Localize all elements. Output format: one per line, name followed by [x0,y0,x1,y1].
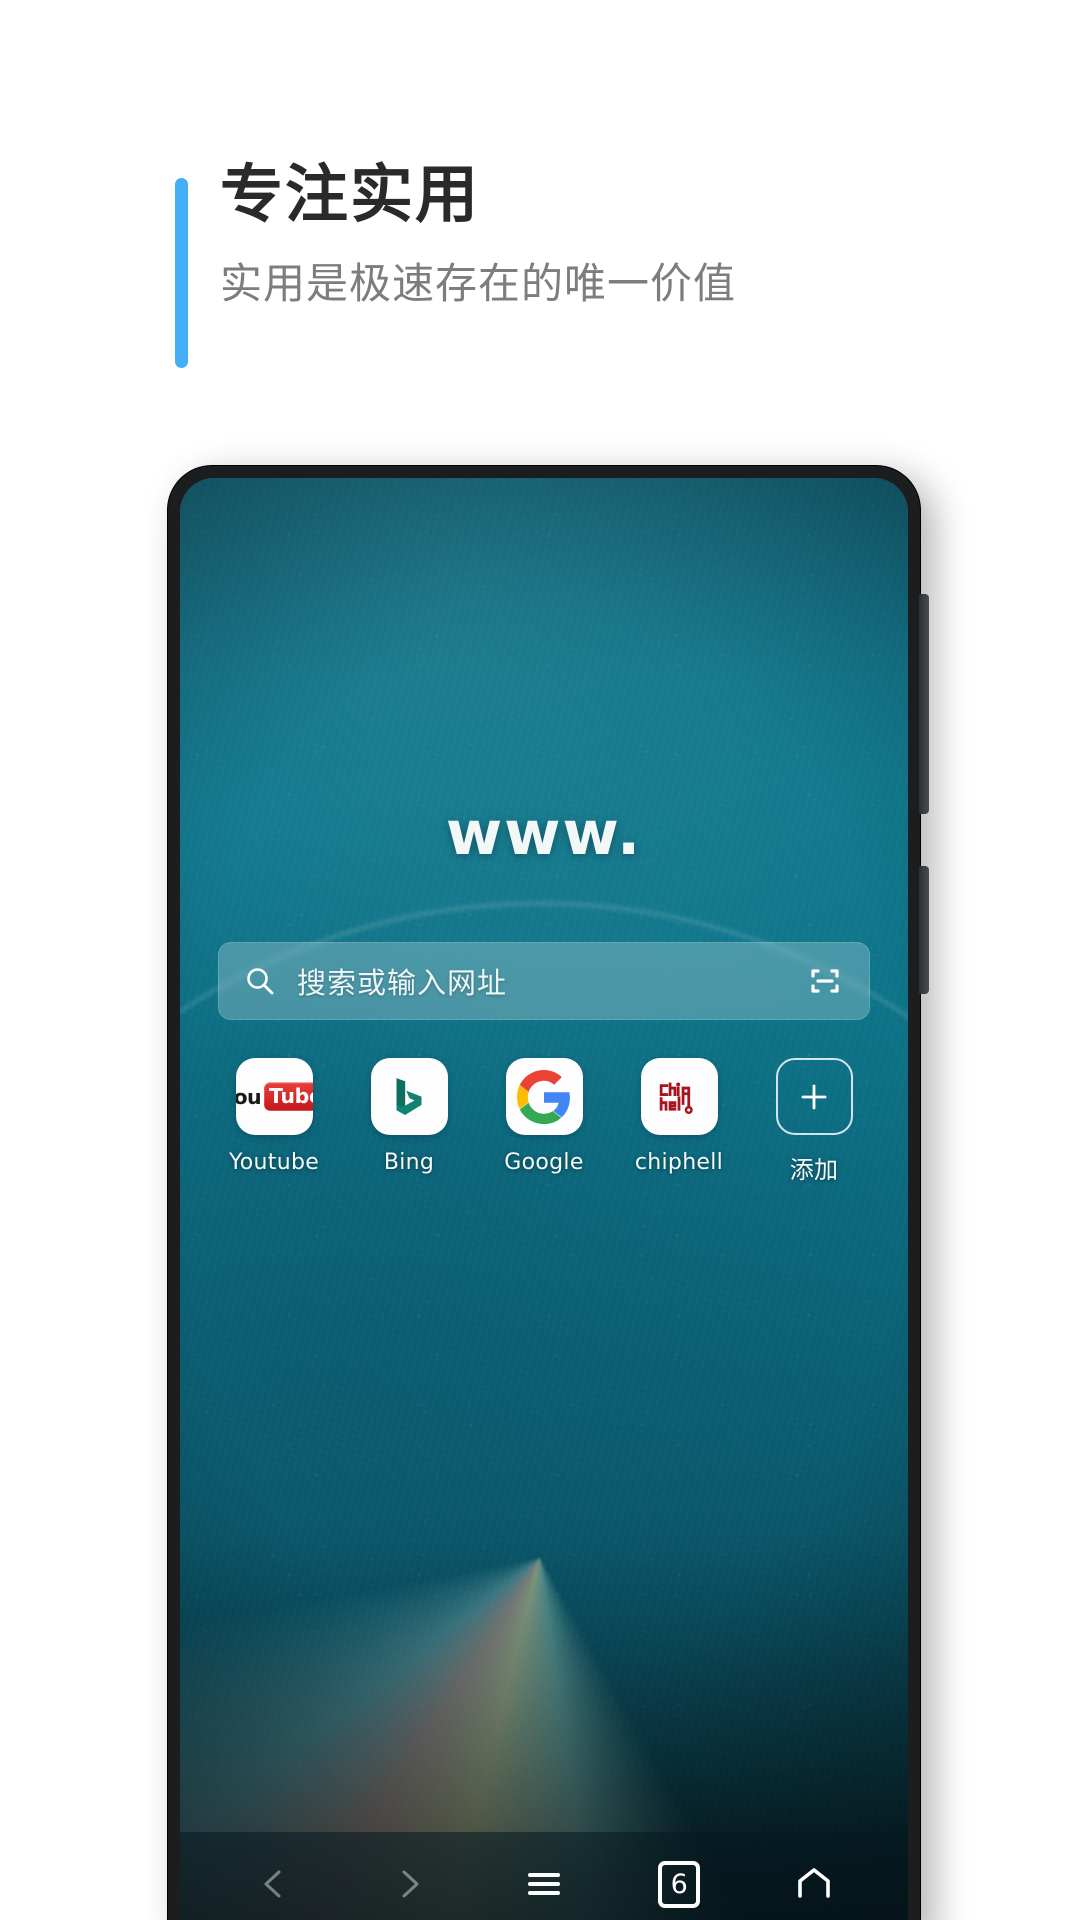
back-chevron-icon [264,1870,281,1898]
accent-bar [175,178,188,368]
page-title: 专注实用 [220,158,480,231]
nav-menu-button[interactable] [502,1852,586,1916]
shortcut-chiphell[interactable]: chiphell [623,1058,735,1185]
wallpaper-vignette [180,478,908,1920]
wallpaper [180,478,908,1920]
shortcut-label: 添加 [789,1156,839,1184]
shortcut-label: Bing [383,1150,435,1175]
youtube-icon: You Tube [235,1058,313,1135]
tab-count-badge: 6 [658,1860,701,1908]
header-texts: 专注实用 实用是极速存在的唯一价值 [175,158,935,309]
shortcut-youtube[interactable]: You Tube Youtube [218,1058,330,1185]
bing-icon [370,1058,448,1135]
nav-home-button[interactable] [772,1852,856,1916]
shortcut-label: Google [504,1150,584,1175]
google-icon [505,1058,583,1135]
shortcut-row: You Tube Youtube Bing [218,1058,870,1185]
shortcut-label: Youtube [228,1150,320,1175]
plus-icon [775,1058,853,1135]
search-bar[interactable]: 搜索或输入网址 [218,942,870,1020]
shortcut-bing[interactable]: Bing [353,1058,465,1185]
shortcut-add[interactable]: 添加 [758,1058,870,1185]
volume-button[interactable] [919,594,929,814]
nav-forward-button[interactable] [367,1852,451,1916]
search-icon [244,965,276,997]
phone-mockup: www. 搜索或输入网址 ou Tub Youtube Bing Google … [168,466,929,1920]
search-input-placeholder[interactable]: 搜索或输入网址 [297,960,808,1002]
hamburger-menu-icon [527,1873,560,1895]
scan-code-icon[interactable] [808,964,842,998]
browser-bottom-nav: 6 [180,1832,908,1920]
youtube-you-text: You [235,1084,262,1109]
shortcut-google[interactable]: Google [488,1058,600,1185]
forward-chevron-icon [402,1870,419,1898]
nav-tabs-button[interactable]: 6 [637,1852,721,1916]
youtube-tube-text: Tube [263,1082,313,1111]
nav-back-button[interactable] [232,1852,316,1916]
phone-screen: www. 搜索或输入网址 ou Tub Youtube Bing Google … [180,478,908,1920]
page-subtitle: 实用是极速存在的唯一价值 [220,258,737,308]
shortcut-label: chiphell [634,1150,724,1175]
chiphell-icon [640,1058,718,1135]
home-icon [798,1868,831,1898]
promo-page: 专注实用 实用是极速存在的唯一价值 www. 搜索或输入网址 ou Tub Yo… [0,0,1080,1920]
browser-wordmark: www. [445,798,643,869]
header-block: 专注实用 实用是极速存在的唯一价值 [175,158,935,368]
power-button[interactable] [919,866,929,994]
